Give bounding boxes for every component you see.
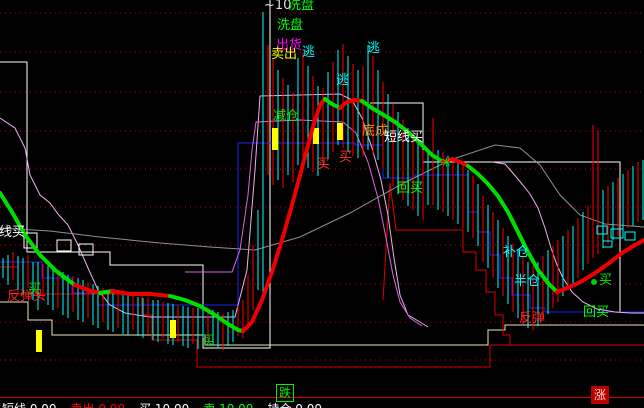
signal-label: 反弹 (519, 312, 545, 326)
rise-label: 涨 (591, 386, 609, 404)
statusbar-value: 卖 10.00 (203, 402, 253, 408)
signal-label: 逃 (367, 42, 380, 56)
main-ma-segment (243, 99, 325, 331)
signal-label: 买 (317, 158, 330, 172)
statusbar-value: 卖出 0.00 (71, 402, 126, 408)
signal-label: 回买 (583, 306, 609, 320)
candle-body-cyan (625, 232, 635, 240)
statusbar-value: 持仓 0.00 (267, 402, 322, 408)
candle-body-white (57, 240, 71, 251)
signal-label: 洗盘 (277, 19, 303, 33)
statusbar-value: 买 10.00 (139, 402, 189, 408)
signal-label: 短线买 (0, 226, 25, 240)
stock-chart-panel: ~10洗盘洗盘出货卖出逃逃逃减仓底成短线买买买✳回买短线买反弹头买补仓半仓反弹回… (0, 0, 644, 408)
signal-label: 逃 (336, 74, 349, 88)
signal-label: 回买 (397, 182, 423, 196)
cream-band (0, 302, 644, 345)
signal-label: 半仓 (514, 275, 540, 289)
signal-label: 买 (599, 274, 612, 288)
statusbar-value: 短线 0.00 (2, 402, 57, 408)
signal-label: 买 (202, 335, 215, 349)
signal-label: 洗盘 (288, 0, 314, 13)
candlestick-chart (0, 0, 644, 408)
signal-label: 买 (28, 283, 41, 297)
signal-label: 逃 (302, 46, 315, 60)
main-ma-segment (112, 291, 170, 296)
signal-label: ✳ (441, 157, 452, 171)
candle-body-yellow (337, 123, 343, 140)
signal-label: 减仓 (273, 110, 299, 124)
statusbar-divider (0, 397, 644, 398)
signal-label: 卖出 (271, 48, 297, 62)
candle-body-yellow (272, 128, 278, 150)
fall-label: 跌 (276, 384, 294, 402)
signal-label: 补仓 (503, 246, 529, 260)
candle-body-yellow (36, 330, 42, 352)
candle-body-yellow (170, 320, 176, 338)
signal-label: 买 (339, 151, 352, 165)
main-ma-segment (170, 296, 243, 331)
buy-dot-marker (591, 279, 597, 285)
signal-label: 短线买 (384, 131, 423, 145)
